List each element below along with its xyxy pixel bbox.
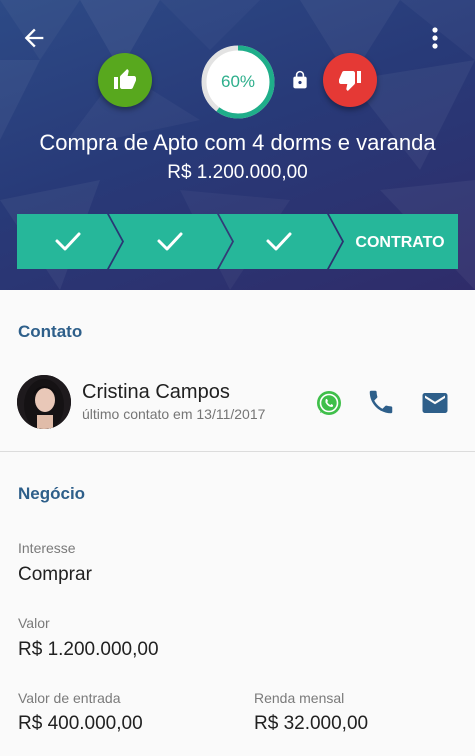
- monthly-income-value: R$ 32.000,00: [254, 713, 369, 734]
- pipeline-step-1[interactable]: [17, 214, 122, 269]
- deal-price: R$ 1.200.000,00: [167, 162, 308, 183]
- interest-value: Comprar: [18, 564, 92, 585]
- avatar: [17, 375, 71, 429]
- monthly-income-label: Renda mensal: [254, 690, 345, 706]
- more-vert-icon[interactable]: [424, 24, 446, 52]
- pipeline-step-current[interactable]: CONTRATO: [329, 214, 458, 269]
- last-contact-date: último contato em 13/11/2017: [82, 406, 266, 422]
- value-label: Valor: [18, 615, 50, 631]
- thumbs-down-icon: [339, 71, 361, 91]
- like-button[interactable]: [98, 53, 152, 107]
- whatsapp-icon[interactable]: [316, 390, 342, 416]
- avatar-image: [17, 375, 71, 429]
- pipeline-step-3[interactable]: [219, 214, 342, 269]
- email-icon[interactable]: [420, 388, 450, 418]
- section-divider: [0, 451, 475, 452]
- current-step-label: CONTRATO: [355, 234, 444, 251]
- deal-header: 60% Compra de Apto com 4 dorms e varanda…: [0, 0, 475, 290]
- down-payment-label: Valor de entrada: [18, 690, 121, 706]
- progress-percent: 60%: [220, 72, 256, 91]
- phone-icon[interactable]: [366, 387, 396, 417]
- lock-icon: [293, 70, 307, 89]
- deal-title: Compra de Apto com 4 dorms e varanda: [39, 130, 436, 155]
- interest-label: Interesse: [18, 540, 76, 556]
- back-arrow-icon[interactable]: [20, 24, 48, 52]
- dislike-button[interactable]: [323, 53, 377, 107]
- thumbs-up-icon: [114, 69, 136, 89]
- business-section-title: Negócio: [18, 484, 86, 503]
- contact-section-title: Contato: [18, 322, 83, 341]
- pipeline-step-2[interactable]: [109, 214, 232, 269]
- down-payment-value: R$ 400.000,00: [18, 713, 143, 734]
- value-value: R$ 1.200.000,00: [18, 639, 159, 660]
- pipeline-steps: CONTRATO: [17, 214, 458, 269]
- contact-name[interactable]: Cristina Campos: [82, 381, 230, 404]
